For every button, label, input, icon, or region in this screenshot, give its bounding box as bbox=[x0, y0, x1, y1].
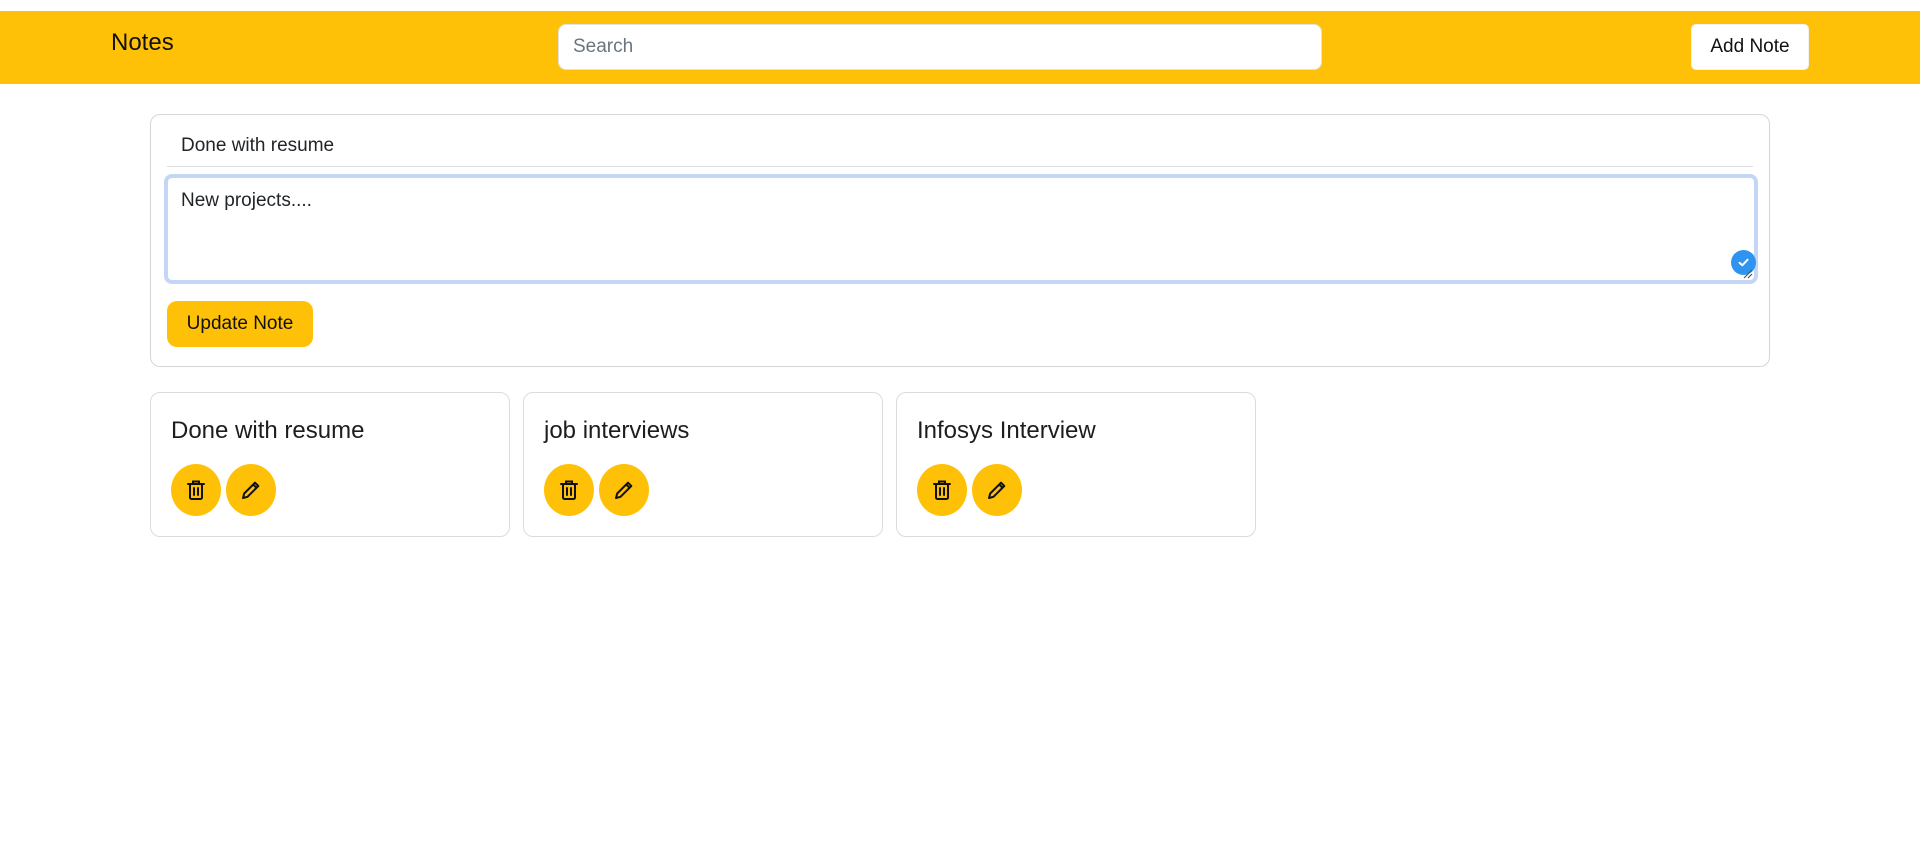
note-editor: New projects.... Update Note bbox=[150, 114, 1770, 367]
trash-icon bbox=[187, 480, 205, 500]
note-card: job interviews bbox=[523, 392, 883, 537]
add-note-button[interactable]: Add Note bbox=[1691, 24, 1809, 70]
update-note-button[interactable]: Update Note bbox=[167, 301, 313, 347]
resize-grip-icon[interactable] bbox=[1743, 269, 1753, 279]
note-card-title: Done with resume bbox=[171, 417, 365, 444]
edit-note-button[interactable] bbox=[972, 464, 1022, 516]
edit-note-button[interactable] bbox=[226, 464, 276, 516]
note-title-input[interactable] bbox=[167, 125, 1753, 167]
pencil-icon bbox=[242, 481, 260, 499]
search-input[interactable] bbox=[558, 24, 1322, 70]
delete-note-button[interactable] bbox=[544, 464, 594, 516]
note-card-title: Infosys Interview bbox=[917, 417, 1096, 444]
trash-icon bbox=[933, 480, 951, 500]
note-card-title: job interviews bbox=[544, 417, 690, 444]
edit-note-button[interactable] bbox=[599, 464, 649, 516]
app-brand[interactable]: Notes bbox=[111, 29, 174, 57]
note-card: Done with resume bbox=[150, 392, 510, 537]
pencil-icon bbox=[988, 481, 1006, 499]
delete-note-button[interactable] bbox=[917, 464, 967, 516]
note-card: Infosys Interview bbox=[896, 392, 1256, 537]
top-navbar: Notes Add Note bbox=[0, 11, 1920, 84]
note-body-textarea[interactable]: New projects.... bbox=[164, 174, 1758, 284]
delete-note-button[interactable] bbox=[171, 464, 221, 516]
trash-icon bbox=[560, 480, 578, 500]
pencil-icon bbox=[615, 481, 633, 499]
